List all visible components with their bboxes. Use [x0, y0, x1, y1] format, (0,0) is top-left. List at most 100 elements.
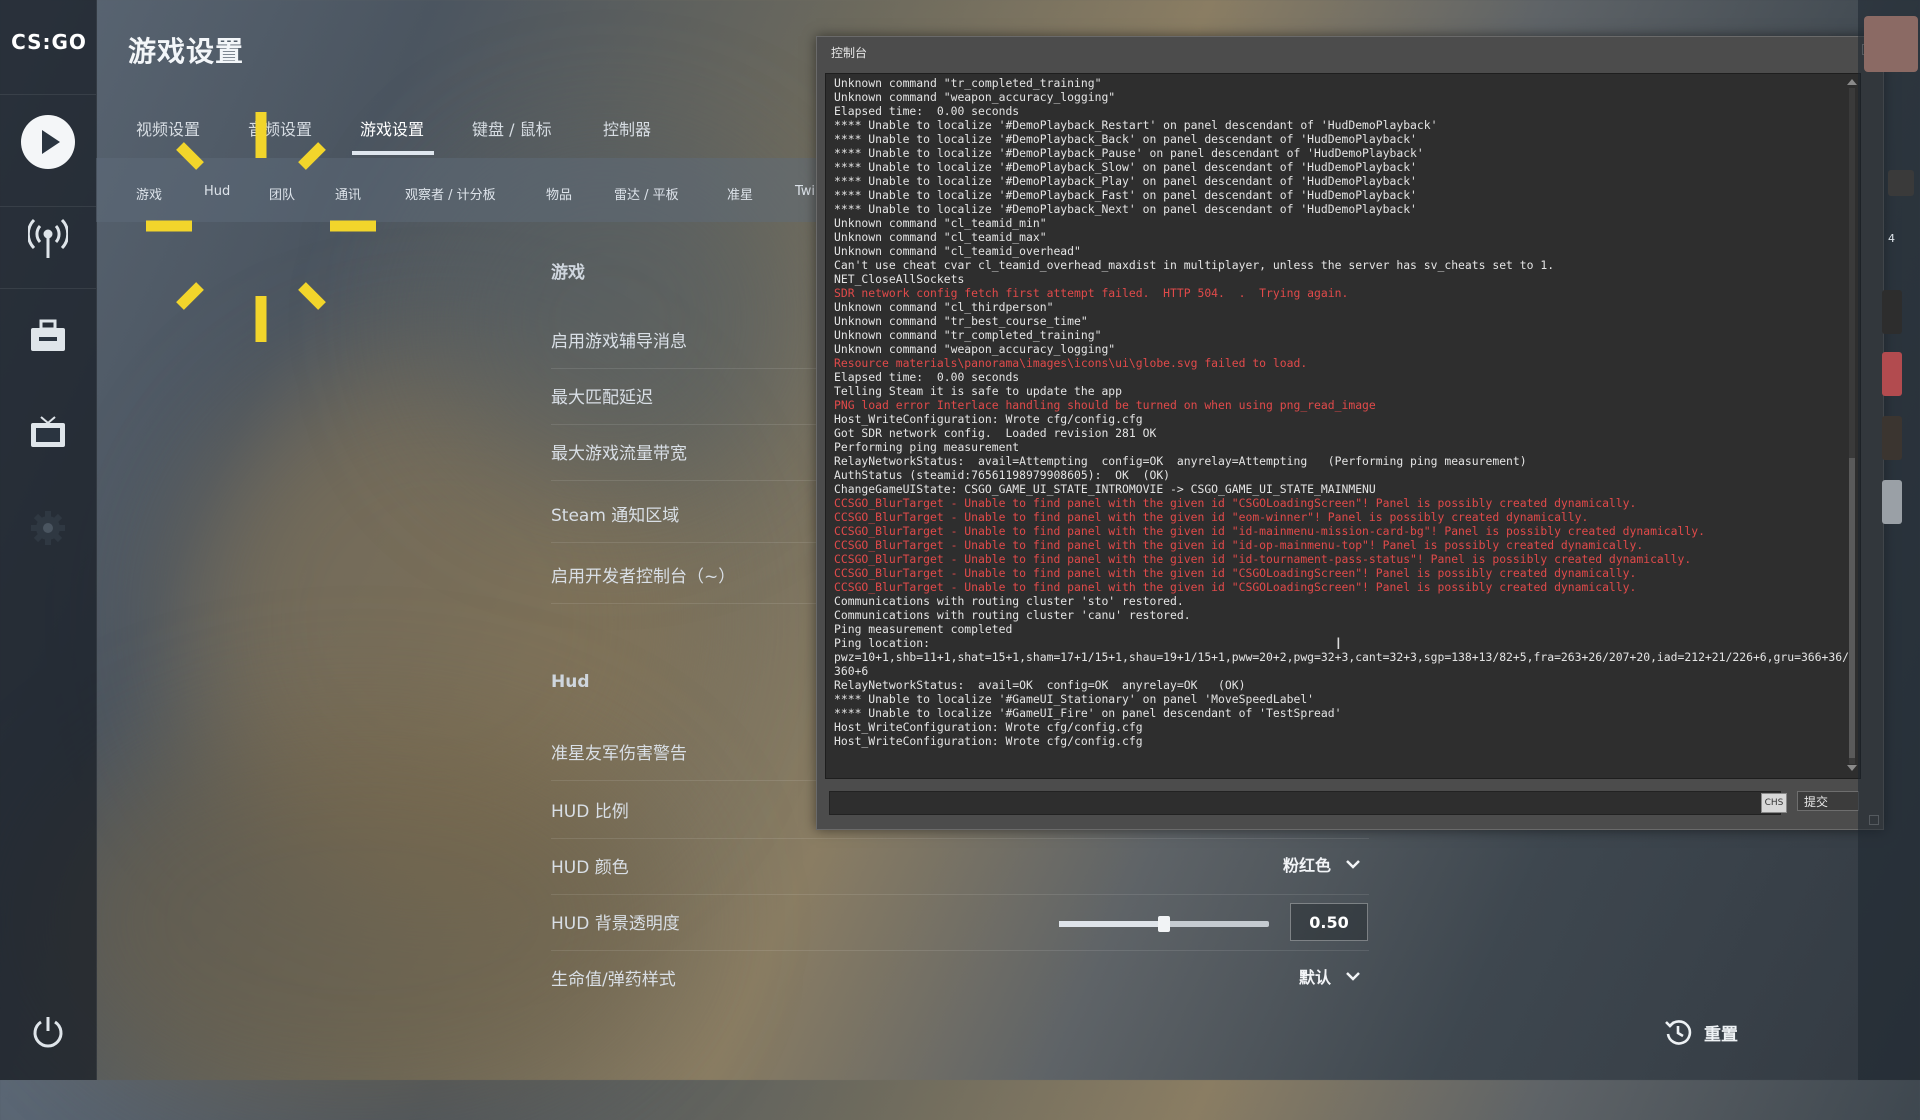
dropdown-value: 粉红色	[1282, 856, 1331, 875]
console-line: Host_WriteConfiguration: Wrote cfg/confi…	[834, 720, 1143, 734]
broadcast-button[interactable]	[18, 208, 78, 268]
hud-color-dropdown[interactable]: 粉红色	[1283, 852, 1361, 876]
console-scrollbar[interactable]	[1846, 78, 1858, 772]
sidebar-divider	[0, 94, 96, 95]
console-line: **** Unable to localize '#GameUI_Fire' o…	[834, 706, 1342, 720]
console-line: **** Unable to localize '#DemoPlayback_N…	[834, 202, 1417, 216]
friend-avatar[interactable]	[1882, 480, 1902, 524]
csgo-logo: CS:GO	[11, 30, 87, 54]
setting-label: 最大匹配延迟	[551, 388, 653, 408]
subtab-spectator-scoreboard[interactable]: 观察者 / 计分板	[405, 184, 496, 203]
setting-label: HUD 颜色	[551, 858, 629, 878]
reset-label: 重置	[1704, 1024, 1738, 1045]
hud-opacity-slider[interactable]	[1059, 916, 1269, 932]
console-line: Ping location:	[834, 636, 931, 650]
friend-avatar[interactable]	[1888, 170, 1914, 196]
friends-count: 4	[1888, 232, 1895, 245]
console-line: Can't use cheat cvar cl_teamid_overhead_…	[834, 258, 1555, 272]
watch-button[interactable]	[18, 402, 78, 462]
console-line: **** Unable to localize '#GameUI_Station…	[834, 692, 1315, 706]
console-line: Resource materials\panorama\images\icons…	[834, 356, 1308, 370]
console-line: Unknown command "tr_completed_training"	[834, 76, 1102, 90]
console-line: Unknown command "weapon_accuracy_logging…	[834, 90, 1116, 104]
play-icon	[21, 115, 75, 169]
console-output[interactable]: Unknown command "tr_completed_training" U…	[825, 73, 1861, 779]
setting-row-hud-color[interactable]: HUD 颜色 粉红色	[551, 838, 1369, 895]
developer-console-window[interactable]: 控制台 Unknown command "tr_completed_traini…	[816, 36, 1884, 830]
setting-label: 最大游戏流量带宽	[551, 444, 687, 464]
console-line: ChangeGameUIState: CSGO_GAME_UI_STATE_IN…	[834, 482, 1376, 496]
console-line: AuthStatus (steamid:76561198979908605): …	[834, 468, 1171, 482]
setting-label: 启用游戏辅导消息	[551, 332, 687, 352]
console-line: PNG load error Interlace handling should…	[834, 398, 1376, 412]
console-line: Performing ping measurement	[834, 440, 1020, 454]
subtab-twitch[interactable]: Twi	[795, 184, 815, 199]
friend-avatar[interactable]	[1882, 416, 1902, 460]
health-ammo-style-dropdown[interactable]: 默认	[1299, 964, 1361, 988]
console-line: Unknown command "cl_thirdperson"	[834, 300, 1054, 314]
console-line: CCSGO_BlurTarget - Unable to find panel …	[834, 552, 1692, 566]
setting-row-hud-bg-opacity[interactable]: HUD 背景透明度 0.50	[551, 894, 1369, 951]
chevron-down-icon	[1346, 972, 1360, 981]
friend-avatar[interactable]	[1882, 290, 1902, 334]
console-line: Unknown command "cl_teamid_max"	[834, 230, 1047, 244]
scroll-up-icon[interactable]	[1846, 78, 1858, 86]
sidebar-divider	[0, 206, 96, 207]
console-line: Host_WriteConfiguration: Wrote cfg/confi…	[834, 734, 1143, 748]
setting-row-health-ammo[interactable]: 生命值/弹药样式 默认	[551, 950, 1369, 1006]
console-line: Ping measurement completed	[834, 622, 1013, 636]
slider-fill	[1059, 921, 1164, 927]
dropdown-value: 默认	[1298, 968, 1331, 987]
submit-button[interactable]: 提交	[1797, 791, 1859, 811]
slider-handle[interactable]	[1158, 916, 1170, 932]
broadcast-icon	[28, 218, 68, 258]
subtab-radar-tablet[interactable]: 雷达 / 平板	[614, 184, 679, 203]
console-line: **** Unable to localize '#DemoPlayback_P…	[834, 174, 1417, 188]
reset-button[interactable]: 重置	[1664, 1018, 1738, 1046]
console-line: Unknown command "weapon_accuracy_logging…	[834, 342, 1116, 356]
section-heading-game: 游戏	[551, 263, 585, 283]
setting-label: 生命值/弹药样式	[551, 970, 676, 990]
console-line: CCSGO_BlurTarget - Unable to find panel …	[834, 496, 1637, 510]
scroll-down-icon[interactable]	[1846, 764, 1858, 772]
page-title: 游戏设置	[128, 35, 245, 68]
console-line: Unknown command "tr_completed_training"	[834, 328, 1102, 342]
friends-panel: 4	[1858, 0, 1920, 1080]
console-lines: Unknown command "tr_completed_training" U…	[834, 76, 1852, 748]
console-line: Unknown command "cl_teamid_min"	[834, 216, 1047, 230]
subtab-items[interactable]: 物品	[546, 184, 572, 203]
console-line: Unknown command "cl_teamid_overhead"	[834, 244, 1081, 258]
friend-avatar[interactable]	[1882, 352, 1902, 396]
inventory-button[interactable]	[18, 306, 78, 366]
console-line: RelayNetworkStatus: avail=OK config=OK a…	[834, 678, 1246, 692]
console-line: Telling Steam it is safe to update the a…	[834, 384, 1123, 398]
settings-gear-icon	[31, 511, 65, 545]
console-line: pwz=10+1,shb=11+1,shat=15+1,sham=17+1/15…	[834, 650, 1849, 678]
console-line: **** Unable to localize '#DemoPlayback_R…	[834, 118, 1438, 132]
tab-keyboard-mouse[interactable]: 键盘 / 鼠标	[472, 116, 552, 140]
console-line: SDR network config fetch first attempt f…	[834, 286, 1349, 300]
scrollbar-thumb[interactable]	[1849, 458, 1855, 758]
console-line: Communications with routing cluster 'can…	[834, 608, 1191, 622]
console-line: NET_CloseAllSockets	[834, 272, 965, 286]
setting-label: HUD 背景透明度	[551, 914, 680, 934]
console-title: 控制台	[831, 46, 868, 60]
console-line: RelayNetworkStatus: avail=Attempting con…	[834, 454, 1527, 468]
setting-label: Steam 通知区域	[551, 506, 680, 526]
console-line: **** Unable to localize '#DemoPlayback_B…	[834, 132, 1417, 146]
player-avatar[interactable]	[1864, 16, 1918, 72]
settings-button[interactable]	[18, 498, 78, 558]
console-line: Communications with routing cluster 'sto…	[834, 594, 1184, 608]
power-button[interactable]	[18, 1002, 78, 1062]
tab-controller[interactable]: 控制器	[603, 116, 651, 140]
subtab-crosshair[interactable]: 准星	[727, 184, 753, 203]
console-command-input[interactable]	[829, 791, 1781, 815]
setting-label: 启用开发者控制台（~）	[551, 567, 736, 587]
setting-label: HUD 比例	[551, 802, 629, 822]
console-line: CCSGO_BlurTarget - Unable to find panel …	[834, 524, 1705, 538]
console-line: CCSGO_BlurTarget - Unable to find panel …	[834, 580, 1637, 594]
hud-opacity-value-input[interactable]: 0.50	[1290, 903, 1368, 941]
console-line: **** Unable to localize '#DemoPlayback_F…	[834, 188, 1417, 202]
console-line: Unknown command "tr_best_course_time"	[834, 314, 1088, 328]
play-button[interactable]	[18, 112, 78, 172]
